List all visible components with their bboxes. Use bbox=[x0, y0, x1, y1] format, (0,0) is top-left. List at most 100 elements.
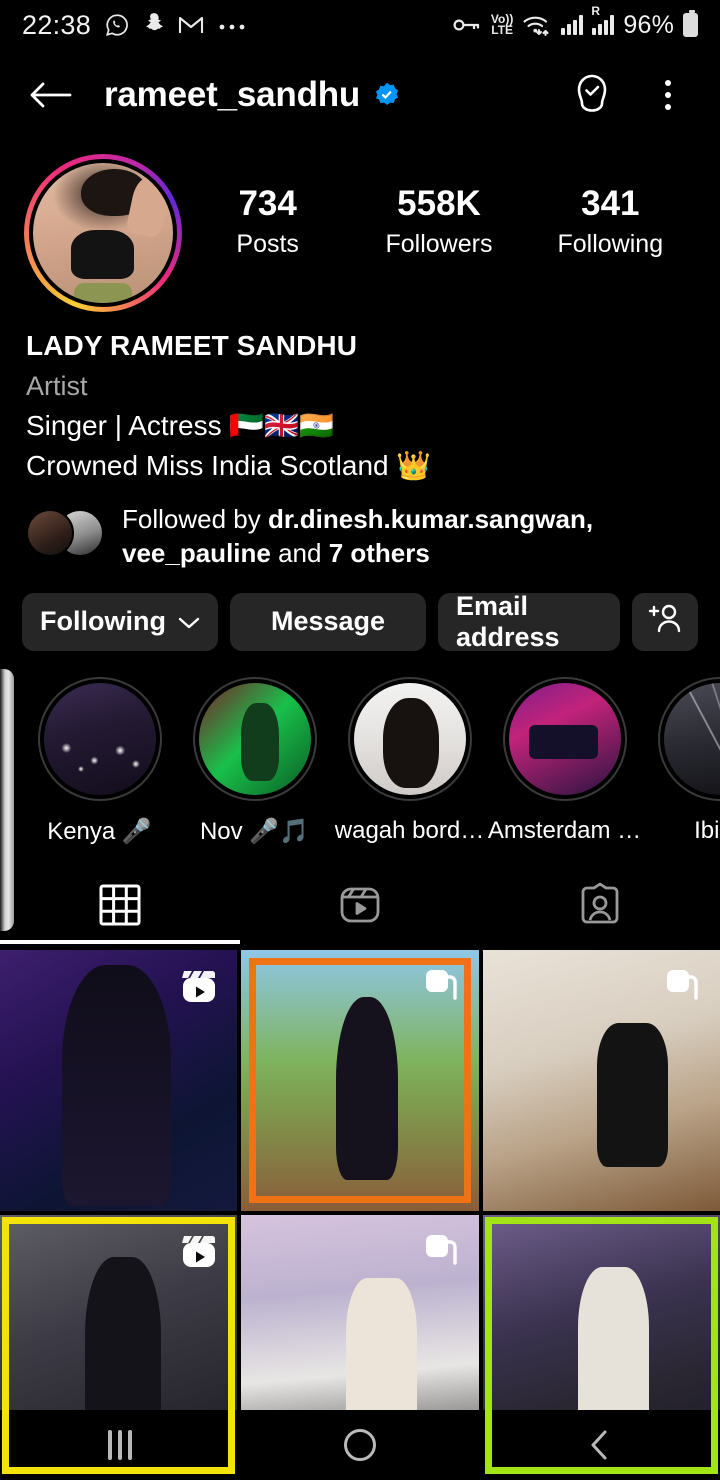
highlight-ring bbox=[192, 676, 317, 801]
chevron-down-icon bbox=[178, 606, 200, 637]
status-bar-left: 22:38 bbox=[22, 10, 251, 41]
followers-count: 558K bbox=[397, 184, 481, 223]
profile-stats: 734 Posts 558K Followers 341 Following bbox=[182, 154, 696, 259]
grid-cell[interactable] bbox=[0, 949, 238, 1211]
followed-by-others: 7 others bbox=[328, 537, 430, 568]
highlight-item[interactable]: Nov 🎤🎵 bbox=[177, 676, 332, 846]
username-header[interactable]: rameet_sandhu bbox=[104, 75, 564, 115]
highlight-label: Amsterdam … bbox=[487, 816, 642, 844]
following-count: 341 bbox=[581, 184, 640, 223]
highlight-thumbnail bbox=[663, 682, 720, 795]
add-person-icon bbox=[647, 601, 683, 642]
profile-category: Artist bbox=[26, 370, 88, 401]
message-button-label: Message bbox=[270, 606, 386, 637]
gmail-icon bbox=[178, 14, 204, 36]
status-bar-right: Vo)) LTE R 96% bbox=[452, 4, 698, 40]
highlight-label: Kenya 🎤 bbox=[47, 817, 152, 845]
highlight-label: Ibiza bbox=[694, 816, 720, 844]
highlight-label: wagah bord… bbox=[334, 816, 485, 844]
email-button-label: Email address bbox=[456, 590, 560, 652]
followed-by-row[interactable]: Followed by dr.dinesh.kumar.sangwan, vee… bbox=[0, 487, 720, 571]
battery-percent-label: 96% bbox=[623, 10, 674, 39]
highlight-thumbnail bbox=[353, 682, 466, 795]
status-bar: 22:38 Vo)) LTE R 96% bbox=[0, 0, 720, 50]
profile-tab-bar bbox=[0, 872, 720, 944]
tab-reels[interactable] bbox=[240, 872, 480, 944]
posts-grid bbox=[0, 949, 720, 1477]
notification-bell-icon[interactable] bbox=[564, 67, 620, 123]
highlight-item[interactable]: Ibiza bbox=[642, 676, 720, 846]
whatsapp-icon bbox=[104, 12, 130, 38]
add-person-button[interactable] bbox=[632, 592, 698, 651]
grid-cell[interactable] bbox=[241, 949, 479, 1211]
system-back-icon[interactable] bbox=[540, 1410, 660, 1480]
email-address-button[interactable]: Email address bbox=[438, 590, 620, 652]
roaming-signal-icon: R bbox=[591, 4, 615, 35]
following-button[interactable]: Following bbox=[22, 592, 218, 651]
story-highlights-list[interactable]: Kenya 🎤 Nov 🎤🎵 wagah bord… Amsterdam … I… bbox=[0, 676, 720, 846]
stat-followers[interactable]: 558K Followers bbox=[384, 182, 494, 259]
highlight-item[interactable]: Kenya 🎤 bbox=[22, 676, 177, 846]
carousel-icon bbox=[419, 1229, 463, 1278]
tab-tagged[interactable] bbox=[480, 872, 720, 944]
reels-icon bbox=[177, 1229, 221, 1278]
profile-bio: LADY RAMEET SANDHU Artist Singer | Actre… bbox=[0, 312, 720, 487]
wifi-icon bbox=[522, 13, 552, 37]
signal-bars-icon bbox=[561, 15, 584, 35]
followed-by-text: Followed by dr.dinesh.kumar.sangwan, vee… bbox=[122, 503, 682, 571]
stat-posts[interactable]: 734 Posts bbox=[213, 182, 323, 259]
posts-count: 734 bbox=[238, 184, 297, 223]
following-label: Following bbox=[557, 229, 664, 258]
profile-top-nav: rameet_sandhu bbox=[0, 50, 720, 140]
system-navigation-bar bbox=[0, 1410, 720, 1480]
highlight-ring bbox=[347, 676, 472, 801]
highlight-item[interactable]: wagah bord… bbox=[332, 676, 487, 846]
home-icon[interactable] bbox=[300, 1410, 420, 1480]
volte-icon: Vo)) LTE bbox=[490, 11, 514, 37]
recents-icon[interactable] bbox=[60, 1410, 180, 1480]
tagged-icon bbox=[579, 882, 621, 933]
instagram-profile-screen: 22:38 Vo)) LTE R 96% rameet_sandhu 734 P… bbox=[0, 0, 720, 1480]
highlight-item[interactable]: Amsterdam … bbox=[487, 676, 642, 846]
followers-label: Followers bbox=[385, 229, 493, 258]
carousel-icon bbox=[660, 964, 704, 1013]
carousel-icon bbox=[419, 964, 463, 1013]
reels-icon bbox=[177, 964, 221, 1013]
snapchat-icon bbox=[143, 12, 165, 38]
followed-by-and: and bbox=[270, 537, 329, 568]
story-highlights-section: Kenya 🎤 Nov 🎤🎵 wagah bord… Amsterdam … I… bbox=[0, 668, 720, 931]
highlight-ring bbox=[502, 676, 627, 801]
highlight-ring bbox=[37, 676, 162, 801]
display-name: LADY RAMEET SANDHU bbox=[26, 330, 358, 361]
avatar[interactable] bbox=[24, 154, 182, 312]
stat-following[interactable]: 341 Following bbox=[555, 182, 665, 259]
kebab-menu-icon[interactable] bbox=[640, 67, 696, 123]
bio-line-1: Singer | Actress 🇦🇪🇬🇧🇮🇳 bbox=[26, 409, 334, 441]
message-button[interactable]: Message bbox=[230, 592, 426, 651]
mutual-avatar-1 bbox=[26, 508, 74, 557]
profile-action-buttons: Following Message Email address bbox=[0, 571, 720, 652]
nav-actions bbox=[564, 67, 696, 123]
highlight-thumbnail bbox=[508, 682, 621, 795]
profile-username: rameet_sandhu bbox=[104, 75, 361, 114]
followed-by-avatars bbox=[26, 508, 104, 557]
battery-icon bbox=[683, 10, 698, 37]
grid-icon bbox=[98, 883, 142, 932]
edge-panel-handle[interactable] bbox=[0, 668, 14, 931]
highlight-thumbnail bbox=[198, 682, 311, 795]
back-arrow-icon[interactable] bbox=[24, 69, 76, 121]
following-button-label: Following bbox=[40, 606, 166, 637]
active-tab-indicator bbox=[0, 939, 240, 944]
verified-badge-icon bbox=[373, 81, 401, 109]
bio-line-2: Crowned Miss India Scotland 👑 bbox=[26, 450, 432, 482]
posts-label: Posts bbox=[236, 229, 299, 258]
grid-cell[interactable] bbox=[482, 949, 720, 1211]
more-dots-icon bbox=[217, 20, 251, 30]
profile-header: 734 Posts 558K Followers 341 Following bbox=[0, 140, 720, 312]
tab-grid[interactable] bbox=[0, 872, 240, 944]
reels-icon bbox=[337, 882, 383, 933]
vpn-key-icon bbox=[452, 15, 482, 35]
followed-by-prefix: Followed by bbox=[122, 503, 268, 534]
avatar-image bbox=[29, 159, 177, 307]
highlight-thumbnail bbox=[43, 682, 156, 795]
